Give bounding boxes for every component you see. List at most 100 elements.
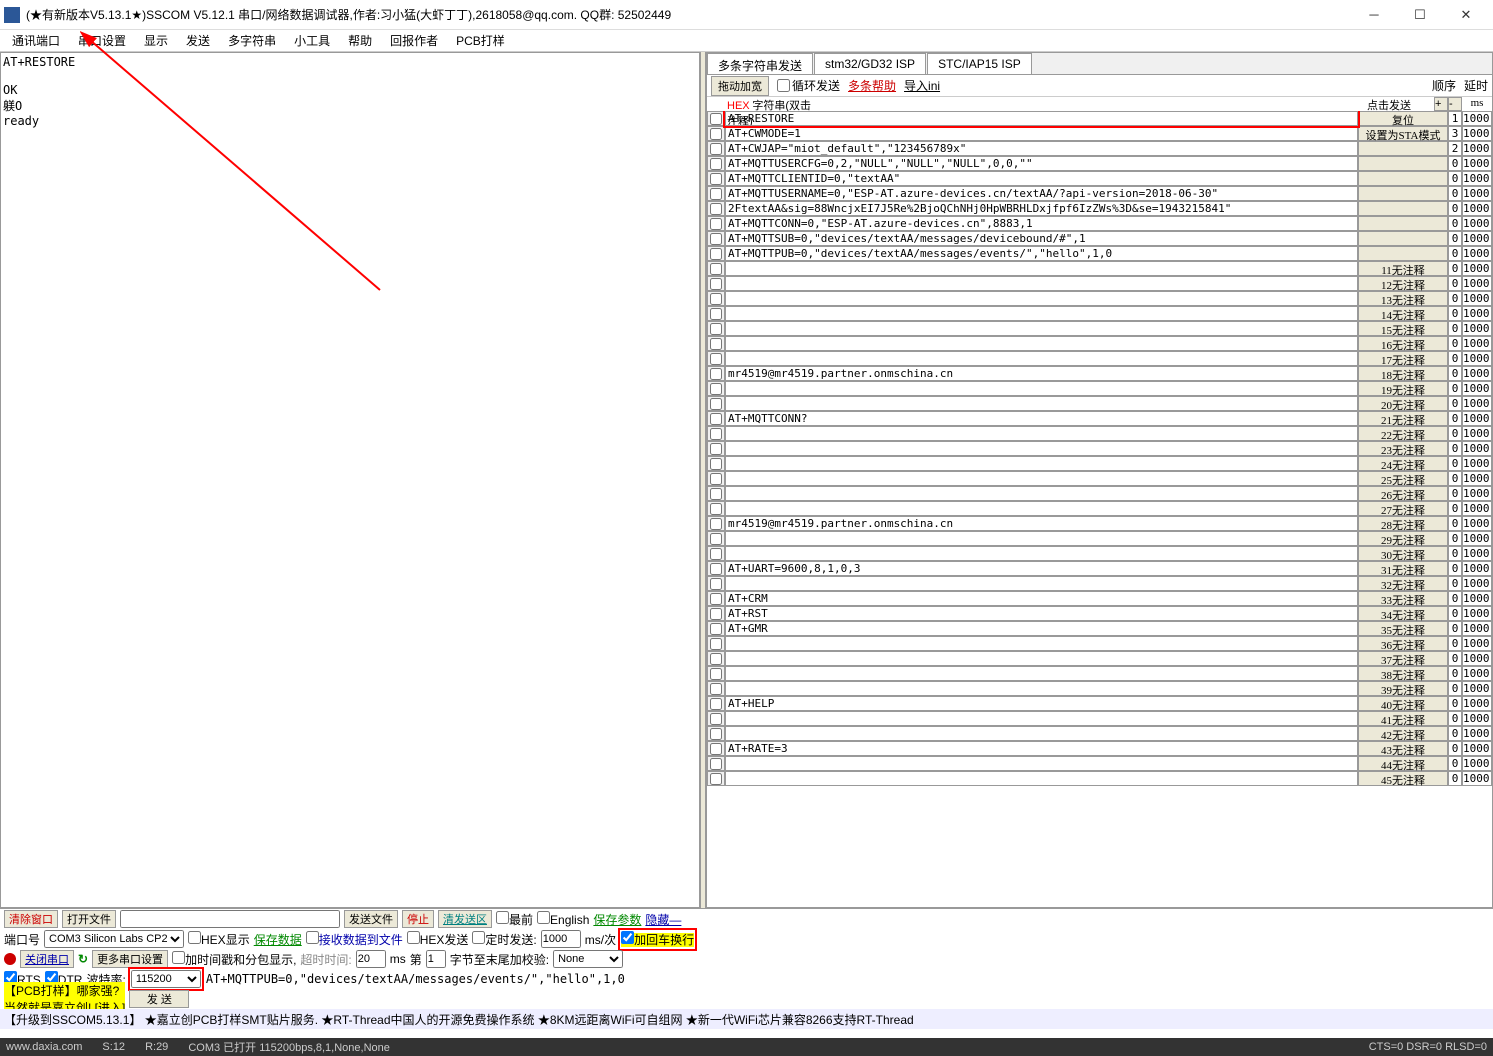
footer-links[interactable]: 【升级到SSCOM5.13.1】 ★嘉立创PCB打样SMT贴片服务. ★RT-T…: [4, 1011, 914, 1028]
row-command-cell[interactable]: AT+UART=9600,8,1,0,3: [725, 561, 1358, 576]
row-send-button[interactable]: 设置为STA模式: [1358, 126, 1448, 141]
row-order-cell[interactable]: 0: [1448, 381, 1462, 396]
row-order-cell[interactable]: 0: [1448, 456, 1462, 471]
row-order-cell[interactable]: 2: [1448, 141, 1462, 156]
clear-window-button[interactable]: 清除窗口: [4, 910, 58, 928]
row-send-button[interactable]: 14无注释: [1358, 306, 1448, 321]
row-hex-checkbox[interactable]: [710, 158, 722, 170]
row-order-cell[interactable]: 0: [1448, 576, 1462, 591]
hex-send-checkbox[interactable]: [407, 931, 420, 944]
row-command-cell[interactable]: AT+RST: [725, 606, 1358, 621]
row-ms-cell[interactable]: 1000: [1462, 621, 1492, 636]
row-send-button[interactable]: 23无注释: [1358, 441, 1448, 456]
row-send-button[interactable]: [1358, 141, 1448, 156]
row-command-cell[interactable]: AT+HELP: [725, 696, 1358, 711]
row-send-button[interactable]: 27无注释: [1358, 501, 1448, 516]
row-command-cell[interactable]: [725, 351, 1358, 366]
row-ms-cell[interactable]: 1000: [1462, 396, 1492, 411]
row-ms-cell[interactable]: 1000: [1462, 186, 1492, 201]
row-hex-checkbox[interactable]: [710, 713, 722, 725]
row-hex-checkbox[interactable]: [710, 323, 722, 335]
row-order-cell[interactable]: 0: [1448, 171, 1462, 186]
row-order-cell[interactable]: 0: [1448, 666, 1462, 681]
row-send-button[interactable]: 33无注释: [1358, 591, 1448, 606]
row-command-cell[interactable]: [725, 636, 1358, 651]
row-send-button[interactable]: [1358, 246, 1448, 261]
row-send-button[interactable]: [1358, 171, 1448, 186]
row-send-button[interactable]: 21无注释: [1358, 411, 1448, 426]
baud-select[interactable]: 115200: [131, 970, 201, 988]
row-hex-checkbox[interactable]: [710, 608, 722, 620]
row-ms-cell[interactable]: 1000: [1462, 516, 1492, 531]
row-send-button[interactable]: 44无注释: [1358, 756, 1448, 771]
row-send-button[interactable]: [1358, 186, 1448, 201]
row-command-cell[interactable]: [725, 576, 1358, 591]
row-hex-checkbox[interactable]: [710, 278, 722, 290]
maximize-button[interactable]: ☐: [1397, 1, 1443, 29]
row-command-cell[interactable]: [725, 726, 1358, 741]
timeout-input[interactable]: [356, 950, 386, 968]
row-send-button[interactable]: 11无注释: [1358, 261, 1448, 276]
row-ms-cell[interactable]: 1000: [1462, 201, 1492, 216]
row-hex-checkbox[interactable]: [710, 188, 722, 200]
menu-serial-settings[interactable]: 串口设置: [70, 30, 134, 51]
menu-send[interactable]: 发送: [178, 30, 218, 51]
row-hex-checkbox[interactable]: [710, 593, 722, 605]
row-order-cell[interactable]: 0: [1448, 441, 1462, 456]
add-crlf-checkbox[interactable]: [621, 931, 634, 944]
row-send-button[interactable]: 25无注释: [1358, 471, 1448, 486]
row-ms-cell[interactable]: 1000: [1462, 261, 1492, 276]
row-ms-cell[interactable]: 1000: [1462, 336, 1492, 351]
row-send-button[interactable]: 35无注释: [1358, 621, 1448, 636]
row-ms-cell[interactable]: 1000: [1462, 576, 1492, 591]
row-command-cell[interactable]: AT+MQTTCLIENTID=0,"textAA": [725, 171, 1358, 186]
row-ms-cell[interactable]: 1000: [1462, 756, 1492, 771]
tab-stc-isp[interactable]: STC/IAP15 ISP: [927, 53, 1032, 74]
interval-input[interactable]: [541, 930, 581, 948]
row-send-button[interactable]: 42无注释: [1358, 726, 1448, 741]
row-command-cell[interactable]: [725, 486, 1358, 501]
row-order-cell[interactable]: 0: [1448, 411, 1462, 426]
row-send-button[interactable]: 17无注释: [1358, 351, 1448, 366]
minimize-button[interactable]: ─: [1351, 1, 1397, 29]
menu-display[interactable]: 显示: [136, 30, 176, 51]
row-order-cell[interactable]: 0: [1448, 726, 1462, 741]
row-command-cell[interactable]: AT+CRM: [725, 591, 1358, 606]
row-hex-checkbox[interactable]: [710, 218, 722, 230]
row-hex-checkbox[interactable]: [710, 653, 722, 665]
row-hex-checkbox[interactable]: [710, 203, 722, 215]
row-ms-cell[interactable]: 1000: [1462, 366, 1492, 381]
row-order-cell[interactable]: 0: [1448, 546, 1462, 561]
row-hex-checkbox[interactable]: [710, 368, 722, 380]
row-ms-cell[interactable]: 1000: [1462, 441, 1492, 456]
timer-send-checkbox[interactable]: [472, 931, 485, 944]
row-send-button[interactable]: 24无注释: [1358, 456, 1448, 471]
row-ms-cell[interactable]: 1000: [1462, 351, 1492, 366]
english-checkbox[interactable]: [537, 911, 550, 924]
save-data-link[interactable]: 保存数据: [254, 931, 302, 948]
row-hex-checkbox[interactable]: [710, 728, 722, 740]
row-order-cell[interactable]: 3: [1448, 126, 1462, 141]
row-hex-checkbox[interactable]: [710, 398, 722, 410]
row-send-button[interactable]: 26无注释: [1358, 486, 1448, 501]
loop-send-checkbox[interactable]: [777, 79, 790, 92]
row-command-cell[interactable]: AT+MQTTSUB=0,"devices/textAA/messages/de…: [725, 231, 1358, 246]
row-hex-checkbox[interactable]: [710, 353, 722, 365]
row-command-cell[interactable]: [725, 681, 1358, 696]
row-ms-cell[interactable]: 1000: [1462, 381, 1492, 396]
row-order-cell[interactable]: 0: [1448, 561, 1462, 576]
row-send-button[interactable]: [1358, 201, 1448, 216]
file-path-input[interactable]: [120, 910, 340, 928]
row-ms-cell[interactable]: 1000: [1462, 321, 1492, 336]
row-order-cell[interactable]: 0: [1448, 711, 1462, 726]
row-command-cell[interactable]: [725, 276, 1358, 291]
row-send-button[interactable]: 39无注释: [1358, 681, 1448, 696]
close-button[interactable]: ✕: [1443, 1, 1489, 29]
row-ms-cell[interactable]: 1000: [1462, 696, 1492, 711]
refresh-icon[interactable]: ↻: [78, 952, 88, 966]
row-command-cell[interactable]: [725, 531, 1358, 546]
row-hex-checkbox[interactable]: [710, 293, 722, 305]
row-send-button[interactable]: 32无注释: [1358, 576, 1448, 591]
row-hex-checkbox[interactable]: [710, 263, 722, 275]
row-command-cell[interactable]: [725, 771, 1358, 786]
